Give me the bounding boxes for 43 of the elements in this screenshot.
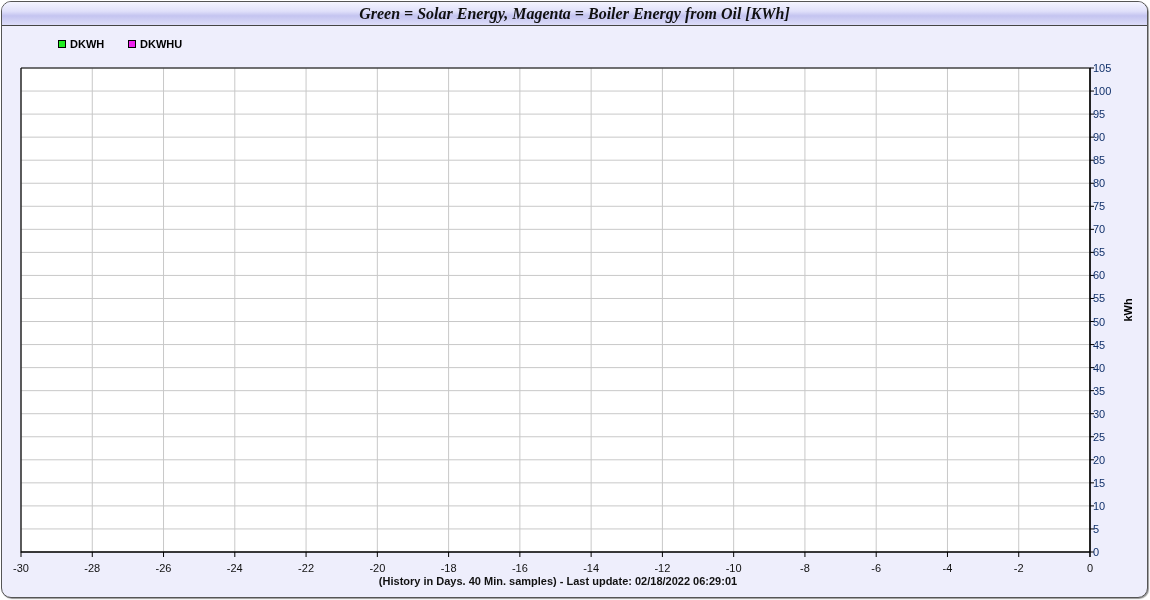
y-tick-label: 60 xyxy=(1093,269,1106,282)
x-tick-label: 0 xyxy=(1086,562,1094,574)
y-tick-label: 35 xyxy=(1093,384,1106,397)
y-tick-label: 20 xyxy=(1093,453,1106,466)
x-tick-label: -12 xyxy=(654,562,671,574)
y-tick-label: 15 xyxy=(1093,476,1106,489)
x-tick-label: -28 xyxy=(84,562,101,574)
x-tick-label: -18 xyxy=(440,562,457,574)
y-tick-label: 40 xyxy=(1093,361,1106,374)
y-tick-label: 65 xyxy=(1093,246,1106,259)
y-tick-label: 100 xyxy=(1093,85,1112,98)
x-tick-label: -6 xyxy=(871,562,882,574)
x-tick-label: -16 xyxy=(511,562,528,574)
x-tick-label: -4 xyxy=(942,562,953,574)
y-axis-title: kWh xyxy=(1122,298,1134,322)
x-tick-label: -30 xyxy=(13,562,29,574)
x-tick-label: -20 xyxy=(369,562,386,574)
x-axis-title: (History in Days. 40 Min. samples) - Last update: 02/18/2022 06:29:01 xyxy=(378,575,738,587)
x-tick-label: -14 xyxy=(583,562,600,574)
y-tick-label: 5 xyxy=(1093,522,1100,535)
y-tick-label: 30 xyxy=(1093,407,1106,420)
legend-label: DKWHU xyxy=(140,38,183,50)
y-tick-label: 10 xyxy=(1093,499,1106,512)
y-tick-label: 0 xyxy=(1093,546,1100,558)
y-tick-label: 80 xyxy=(1093,177,1106,190)
y-tick-label: 85 xyxy=(1093,154,1106,167)
y-tick-label: 70 xyxy=(1093,223,1106,236)
x-tick-label: -8 xyxy=(800,562,810,574)
y-tick-label: 95 xyxy=(1093,108,1106,121)
y-tick-label: 55 xyxy=(1093,292,1106,305)
y-tick-label: 50 xyxy=(1093,315,1106,328)
window-title: Green = Solar Energy, Magenta = Boiler Energy from Oil [KWh] xyxy=(2,2,1147,26)
y-tick-label: 90 xyxy=(1093,131,1106,144)
x-tick-label: -24 xyxy=(226,562,243,574)
y-tick-label: 75 xyxy=(1093,200,1106,213)
y-tick-label: 25 xyxy=(1093,430,1106,443)
x-tick-label: -26 xyxy=(155,562,172,574)
y-tick-label: 105 xyxy=(1093,62,1112,74)
y-tick-label: 45 xyxy=(1093,338,1106,351)
legend-label: DKWH xyxy=(70,38,105,50)
x-tick-label: -2 xyxy=(1013,562,1024,574)
x-tick-label: -22 xyxy=(298,562,314,574)
x-tick-label: -10 xyxy=(725,562,742,574)
